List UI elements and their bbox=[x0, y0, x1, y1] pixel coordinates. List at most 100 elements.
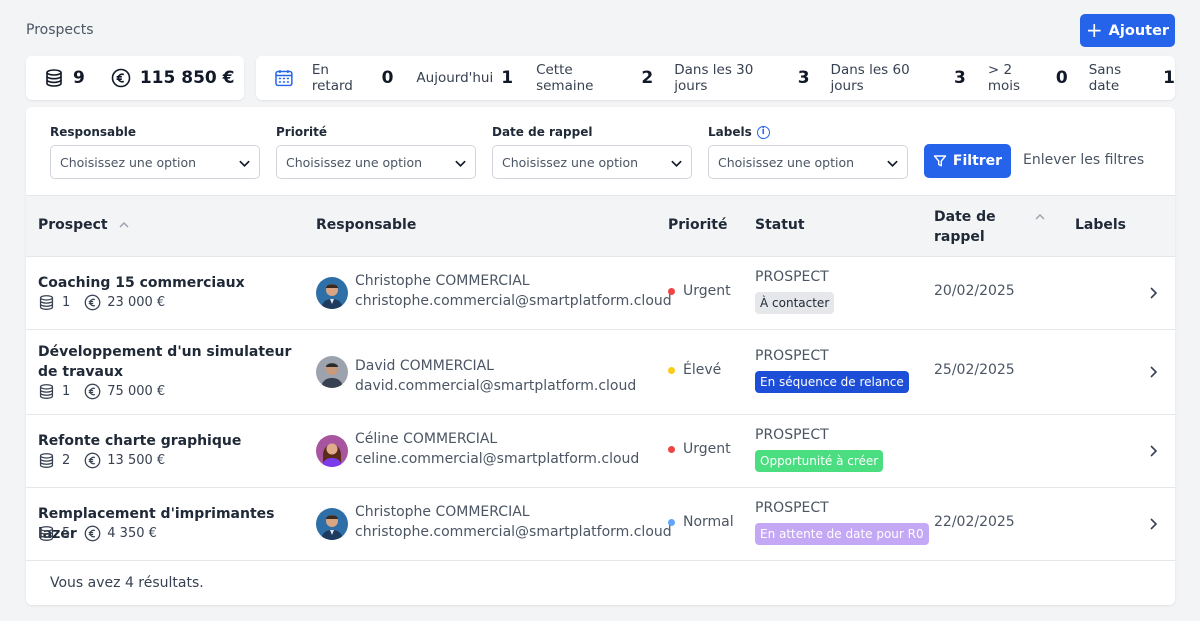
bucket-no-date[interactable]: Sans date 1 bbox=[1089, 62, 1175, 94]
table-row[interactable]: Coaching 15 commerciaux 1 23 000 € Chris… bbox=[26, 257, 1175, 330]
bucket-label: Dans les 60 jours bbox=[830, 62, 910, 94]
total-amount-value: 115 850 € bbox=[139, 68, 235, 88]
euro-icon bbox=[111, 68, 131, 88]
total-amount: 115 850 € bbox=[111, 68, 235, 88]
add-button[interactable]: + Ajouter bbox=[1080, 14, 1175, 47]
sort-up-icon[interactable] bbox=[1034, 211, 1046, 223]
table-row[interactable]: Développement d'un simulateur de travaux… bbox=[26, 330, 1175, 415]
database-icon bbox=[46, 69, 62, 87]
prospect-amount: 23 000 € bbox=[107, 295, 166, 310]
priority-dot bbox=[668, 287, 675, 295]
prospect-stats: 5 4 350 € bbox=[38, 525, 157, 542]
chevron-right-icon[interactable] bbox=[1146, 517, 1160, 531]
chevron-right-icon[interactable] bbox=[1146, 365, 1160, 379]
status-text: PROSPECT bbox=[755, 269, 829, 285]
priority-dot bbox=[668, 366, 675, 374]
totals-card: 9 115 850 € bbox=[26, 56, 244, 100]
prospect-count: 5 bbox=[62, 526, 71, 541]
prospect-stats: 1 75 000 € bbox=[38, 383, 165, 400]
column-priorite: Priorité bbox=[668, 217, 728, 233]
select-value: Choisissez une option bbox=[502, 154, 639, 170]
filter-button-label: Filtrer bbox=[952, 153, 1003, 169]
bucket-today[interactable]: Aujourd'hui 1 bbox=[416, 68, 513, 88]
clear-filters-link[interactable]: Enlever les filtres bbox=[1023, 152, 1144, 168]
filter-label-labels: Labels i bbox=[708, 125, 770, 139]
select-date-rappel[interactable]: Choisissez une option bbox=[492, 145, 692, 179]
status-badge: En attente de date pour R0 bbox=[755, 523, 929, 545]
avatar bbox=[316, 435, 348, 467]
status-badge: Opportunité à créer bbox=[755, 450, 884, 472]
select-value: Choisissez une option bbox=[286, 154, 423, 170]
add-button-label: Ajouter bbox=[1108, 22, 1170, 39]
column-label-line2: rappel bbox=[934, 229, 985, 245]
chevron-right-icon[interactable] bbox=[1146, 286, 1160, 300]
plus-icon: + bbox=[1085, 17, 1103, 42]
bucket-label: Dans les 30 jours bbox=[674, 62, 754, 94]
responsable-email: celine.commercial@smartplatform.cloud bbox=[355, 451, 640, 467]
column-prospect[interactable]: Prospect bbox=[38, 217, 130, 233]
reminder-buckets: En retard 0 Aujourd'hui 1 Cette semaine … bbox=[256, 56, 1175, 100]
bucket-60-days[interactable]: Dans les 60 jours 3 bbox=[831, 62, 966, 94]
prospects-panel: Responsable Priorité Date de rappel Labe… bbox=[26, 107, 1175, 605]
bucket-overdue[interactable]: En retard 0 bbox=[312, 62, 394, 94]
bucket-count: 3 bbox=[954, 68, 966, 88]
priority-label: Urgent bbox=[683, 441, 731, 457]
euro-icon bbox=[84, 383, 101, 400]
column-date-rappel[interactable]: Date de rappel bbox=[934, 207, 996, 247]
column-labels: Labels bbox=[1075, 217, 1127, 233]
select-value: Choisissez une option bbox=[60, 154, 197, 170]
prospect-count: 2 bbox=[62, 453, 71, 468]
bucket-count: 3 bbox=[797, 68, 810, 88]
bucket-over-2-months[interactable]: > 2 mois 0 bbox=[988, 62, 1068, 94]
table-row[interactable]: Refonte charte graphique 2 13 500 € Céli… bbox=[26, 415, 1175, 488]
filters-bar: Responsable Priorité Date de rappel Labe… bbox=[26, 107, 1175, 195]
bucket-label: Aujourd'hui bbox=[416, 70, 494, 86]
bucket-30-days[interactable]: Dans les 30 jours 3 bbox=[674, 62, 809, 94]
funnel-icon bbox=[933, 155, 947, 167]
select-labels[interactable]: Choisissez une option bbox=[708, 145, 908, 179]
avatar bbox=[316, 277, 348, 309]
filter-button[interactable]: Filtrer bbox=[924, 144, 1011, 178]
filter-label-date: Date de rappel bbox=[492, 125, 593, 139]
bucket-this-week[interactable]: Cette semaine 2 bbox=[536, 62, 653, 94]
bucket-count: 1 bbox=[1163, 68, 1176, 88]
status-badge: À contacter bbox=[755, 292, 835, 314]
select-priorite[interactable]: Choisissez une option bbox=[276, 145, 476, 179]
column-responsable: Responsable bbox=[316, 217, 417, 233]
database-icon bbox=[39, 384, 54, 399]
filter-label-responsable: Responsable bbox=[50, 125, 136, 139]
responsable-name: Céline COMMERCIAL bbox=[355, 431, 498, 447]
responsable-name: Christophe COMMERCIAL bbox=[355, 273, 530, 289]
bucket-label: > 2 mois bbox=[987, 62, 1021, 94]
priority: Urgent bbox=[668, 283, 731, 299]
chevron-down-icon bbox=[455, 160, 466, 168]
bucket-label: Sans date bbox=[1088, 62, 1122, 94]
responsable-name: David COMMERCIAL bbox=[355, 358, 494, 374]
chevron-right-icon[interactable] bbox=[1146, 444, 1160, 458]
status-badge: En séquence de relance bbox=[755, 371, 909, 393]
priority-dot bbox=[668, 518, 675, 526]
bucket-label: En retard bbox=[311, 62, 353, 94]
column-statut: Statut bbox=[755, 217, 805, 233]
euro-icon bbox=[84, 525, 101, 542]
responsable-email: david.commercial@smartplatform.cloud bbox=[355, 378, 637, 394]
avatar bbox=[316, 356, 348, 388]
euro-icon bbox=[84, 294, 101, 311]
priority-dot bbox=[668, 445, 675, 453]
info-icon[interactable]: i bbox=[756, 125, 770, 139]
prospect-name: Refonte charte graphique bbox=[38, 433, 242, 449]
priority: Élevé bbox=[668, 362, 721, 378]
total-count: 9 bbox=[44, 68, 85, 88]
bucket-count: 2 bbox=[641, 68, 654, 88]
total-count-value: 9 bbox=[73, 68, 85, 88]
reminder-date: 20/02/2025 bbox=[934, 283, 1015, 299]
prospect-stats: 1 23 000 € bbox=[38, 294, 165, 311]
prospect-count: 1 bbox=[62, 295, 71, 310]
status-text: PROSPECT bbox=[755, 348, 829, 364]
prospect-amount: 75 000 € bbox=[107, 384, 166, 399]
select-responsable[interactable]: Choisissez une option bbox=[50, 145, 260, 179]
status-text: PROSPECT bbox=[755, 427, 829, 443]
results-count: Vous avez 4 résultats. bbox=[50, 575, 204, 591]
chevron-down-icon bbox=[887, 160, 898, 168]
table-row[interactable]: Remplacement d'imprimantes lazer 5 4 350… bbox=[26, 488, 1175, 561]
